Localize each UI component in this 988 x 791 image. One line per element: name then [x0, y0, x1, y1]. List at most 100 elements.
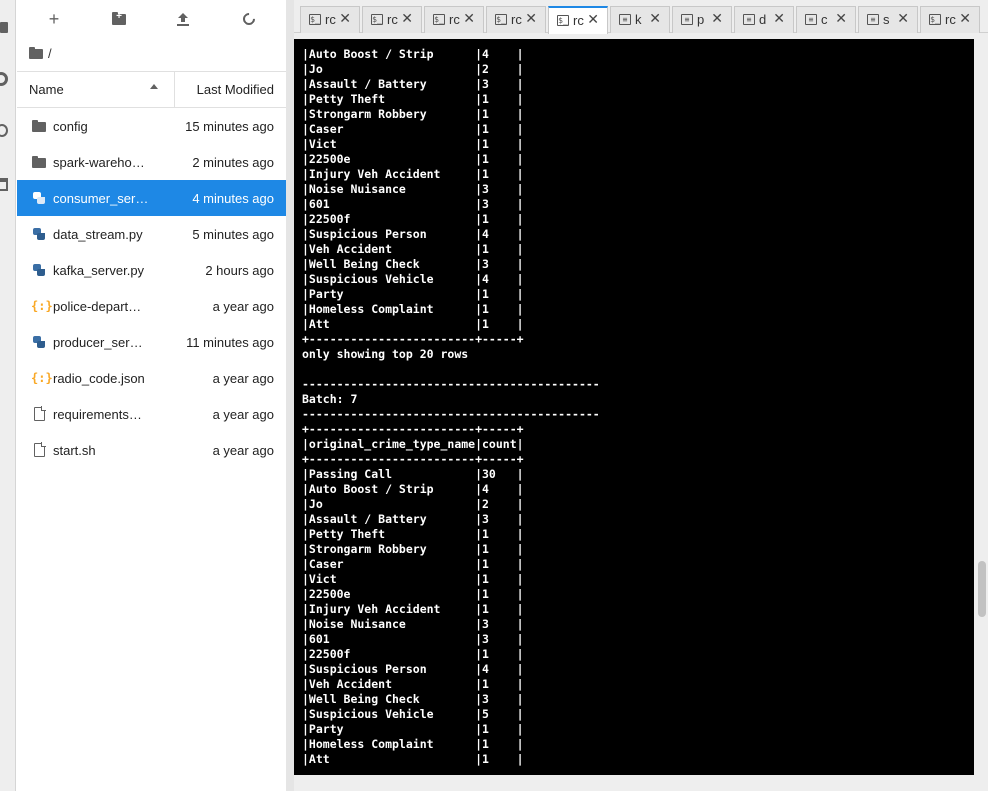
file-row-requirements[interactable]: requirements… a year ago [17, 396, 286, 432]
tab-file-k[interactable]: ≡ k ✕ [610, 6, 670, 33]
terminal-line: |Auto Boost / Strip |4 | [302, 482, 524, 496]
home-folder-icon[interactable] [29, 47, 43, 59]
tab-terminal-6[interactable]: $_ rc ✕ [920, 6, 980, 33]
breadcrumb: / [29, 44, 52, 62]
close-icon[interactable]: ✕ [587, 11, 599, 28]
file-modified: a year ago [212, 371, 274, 386]
tab-terminal-4[interactable]: $_ rc ✕ [486, 6, 546, 33]
jupyterlab-window: + / Name Last Modified config 15 minutes… [0, 0, 988, 791]
tabs-icon[interactable] [0, 178, 10, 192]
close-icon[interactable]: ✕ [525, 10, 537, 27]
file-modified: a year ago [212, 299, 274, 314]
file-row-radio-code[interactable]: {:} radio_code.json a year ago [17, 360, 286, 396]
file-row-data-stream[interactable]: data_stream.py 5 minutes ago [17, 216, 286, 252]
close-icon[interactable]: ✕ [835, 10, 847, 27]
tab-file-c[interactable]: ≡ c ✕ [796, 6, 856, 33]
file-modified: a year ago [212, 443, 274, 458]
file-list-header: Name Last Modified [17, 71, 286, 108]
scrollbar-thumb[interactable] [978, 561, 986, 617]
terminal-icon: $_ [309, 14, 321, 25]
file-modified: a year ago [212, 407, 274, 422]
terminal-line: |Suspicious Vehicle |5 | [302, 707, 524, 721]
new-folder-icon [112, 11, 126, 25]
terminal-line: |Party |1 | [302, 287, 524, 301]
terminal-line: +------------------------+-----+ [302, 332, 524, 346]
terminal-scrollbar[interactable] [976, 39, 988, 775]
python-icon [31, 263, 47, 277]
file-row-start-sh[interactable]: start.sh a year ago [17, 432, 286, 468]
close-icon[interactable]: ✕ [463, 10, 475, 27]
column-divider[interactable] [174, 72, 175, 108]
close-icon[interactable]: ✕ [401, 10, 413, 27]
terminal-line: |Homeless Complaint |1 | [302, 302, 524, 316]
new-folder-button[interactable] [108, 8, 130, 30]
palette-icon[interactable] [0, 124, 10, 138]
last-modified-column-header[interactable]: Last Modified [197, 82, 274, 97]
tab-label: d [759, 12, 767, 27]
file-row-police-department[interactable]: {:} police-depart… a year ago [17, 288, 286, 324]
file-row-kafka-server[interactable]: kafka_server.py 2 hours ago [17, 252, 286, 288]
tab-label: rc [449, 12, 460, 27]
terminal-line: |Petty Theft |1 | [302, 527, 524, 541]
terminal-line: |Veh Accident |1 | [302, 677, 524, 691]
close-icon[interactable]: ✕ [773, 10, 785, 27]
sort-ascending-icon[interactable] [150, 84, 158, 89]
new-launcher-button[interactable]: + [43, 8, 65, 30]
close-icon[interactable]: ✕ [897, 10, 909, 27]
terminal-line: |Vict |1 | [302, 137, 524, 151]
refresh-button[interactable] [238, 8, 260, 30]
tab-terminal-2[interactable]: $_ rc ✕ [362, 6, 422, 33]
terminal-icon: $_ [557, 15, 569, 26]
file-name: config [53, 119, 88, 134]
tab-terminal-1[interactable]: $_ rc ✕ [300, 6, 360, 33]
file-modified: 2 minutes ago [192, 155, 274, 170]
terminal-line: ----------------------------------------… [302, 377, 600, 391]
file-name: data_stream.py [53, 227, 143, 242]
terminal-line: |Suspicious Person |4 | [302, 227, 524, 241]
tab-file-p[interactable]: ≡ p ✕ [672, 6, 732, 33]
file-icon [31, 406, 47, 421]
terminal-line: |Suspicious Person |4 | [302, 662, 524, 676]
tab-label: rc [573, 13, 584, 28]
tab-terminal-5-active[interactable]: $_ rc ✕ [548, 6, 608, 34]
file-modified: 4 minutes ago [192, 191, 274, 206]
close-icon[interactable]: ✕ [339, 10, 351, 27]
terminal-line: |Petty Theft |1 | [302, 92, 524, 106]
file-row-producer-server[interactable]: producer_ser… 11 minutes ago [17, 324, 286, 360]
terminal-line: |Jo |2 | [302, 62, 524, 76]
terminal-line: |22500e |1 | [302, 152, 524, 166]
python-icon [31, 335, 47, 349]
file-list: config 15 minutes ago spark-wareho… 2 mi… [17, 108, 286, 468]
text-file-icon: ≡ [805, 14, 817, 25]
terminal-line: Batch: 7 [302, 392, 358, 406]
tab-file-s[interactable]: ≡ s ✕ [858, 6, 918, 33]
file-row-spark-warehouse[interactable]: spark-wareho… 2 minutes ago [17, 144, 286, 180]
terminal-icon: $_ [495, 14, 507, 25]
panel-splitter[interactable] [286, 0, 294, 791]
running-sessions-icon[interactable] [0, 72, 10, 86]
tab-label: rc [945, 12, 956, 27]
tab-terminal-3[interactable]: $_ rc ✕ [424, 6, 484, 33]
terminal-line: |Passing Call |30 | [302, 467, 524, 481]
tab-file-d[interactable]: ≡ d ✕ [734, 6, 794, 33]
close-icon[interactable]: ✕ [649, 10, 661, 27]
terminal-line: |Injury Veh Accident |1 | [302, 602, 524, 616]
tab-bar: $_ rc ✕ $_ rc ✕ $_ rc ✕ $_ rc ✕ $_ rc ✕ ≡ k ✕ ≡ p ✕ ≡ d… [294, 0, 988, 34]
terminal-line: |Att |1 | [302, 752, 524, 766]
terminal-line: |Caser |1 | [302, 557, 524, 571]
close-icon[interactable]: ✕ [959, 10, 971, 27]
file-row-config[interactable]: config 15 minutes ago [17, 108, 286, 144]
file-name: consumer_ser… [53, 191, 149, 206]
terminal-line: |Assault / Battery |3 | [302, 77, 524, 91]
upload-button[interactable] [172, 8, 194, 30]
breadcrumb-path[interactable]: / [48, 46, 52, 61]
terminal-output[interactable]: |Auto Boost / Strip |4 | |Jo |2 | |Assault… [294, 39, 974, 775]
terminal-line: |Strongarm Robbery |1 | [302, 107, 524, 121]
close-icon[interactable]: ✕ [711, 10, 723, 27]
file-row-consumer-server[interactable]: consumer_ser… 4 minutes ago [17, 180, 286, 216]
json-icon: {:} [31, 299, 53, 313]
name-column-header[interactable]: Name [29, 82, 64, 97]
file-name: police-depart… [53, 299, 142, 314]
tab-label: rc [387, 12, 398, 27]
file-browser-icon[interactable] [0, 20, 10, 34]
